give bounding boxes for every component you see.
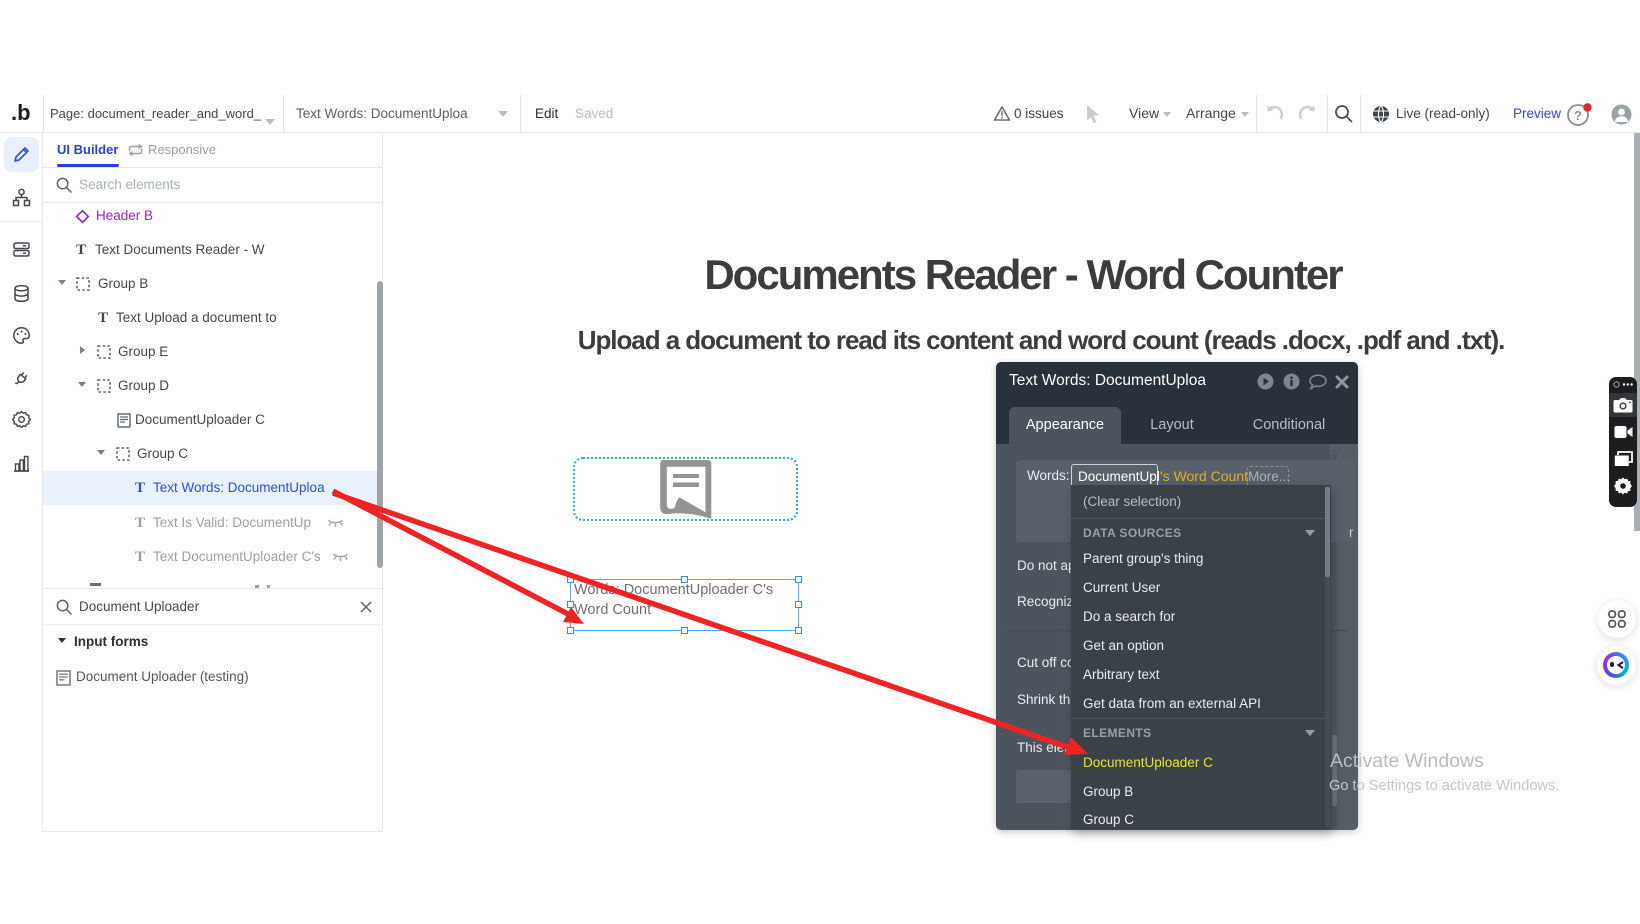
svg-text:?: ? xyxy=(1574,108,1582,123)
